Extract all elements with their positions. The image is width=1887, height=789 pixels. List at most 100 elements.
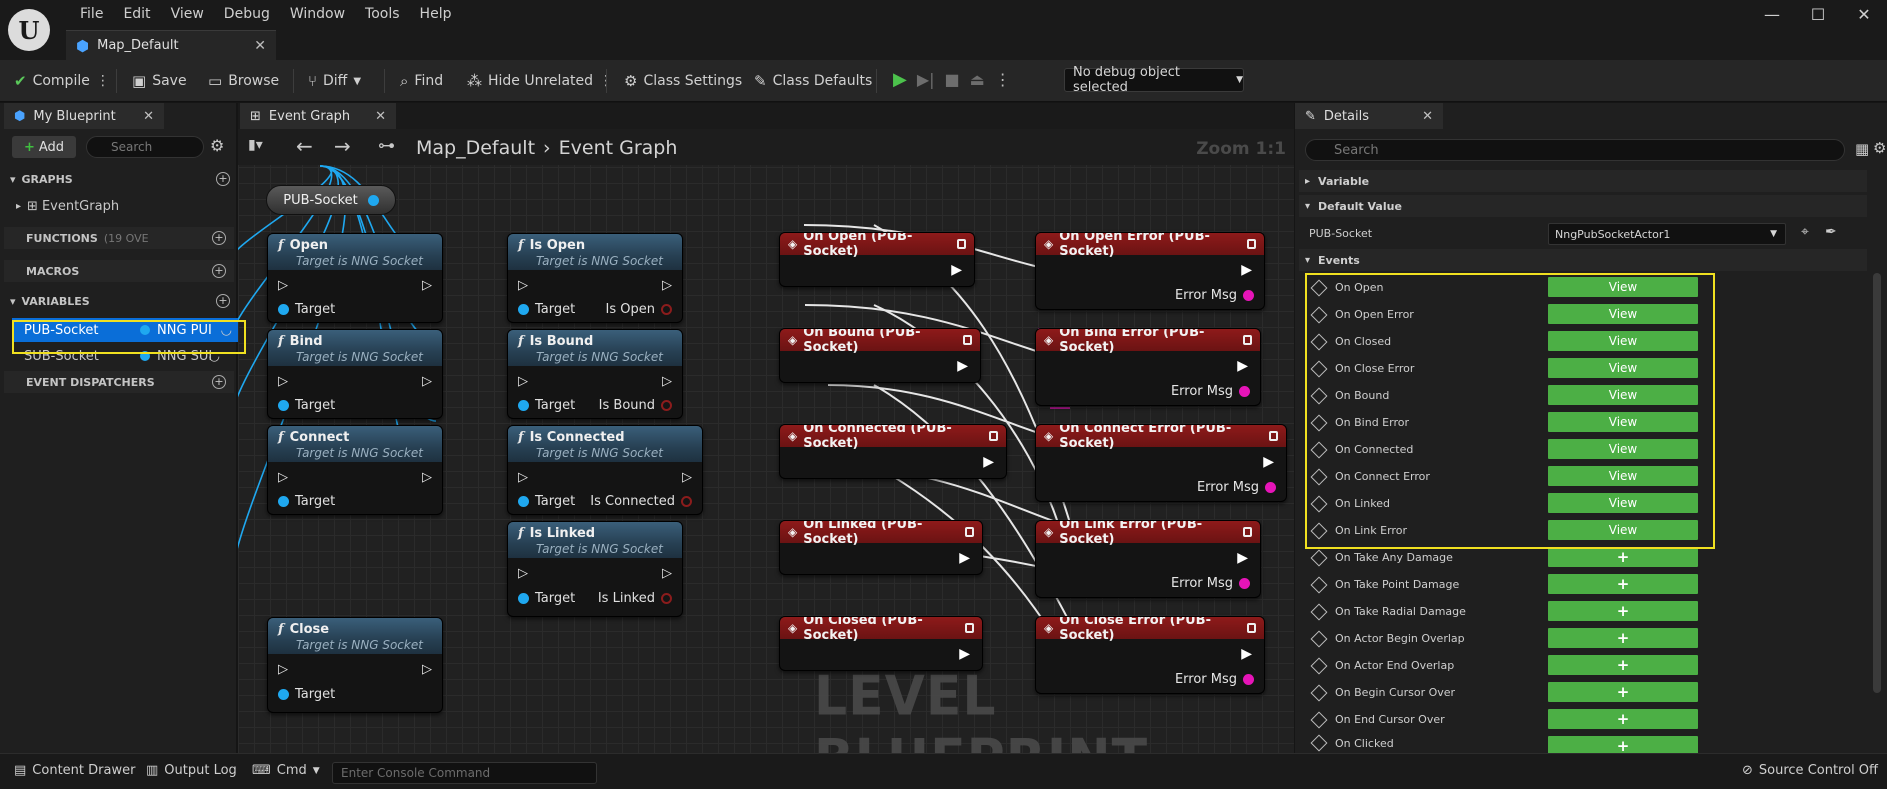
variable-section[interactable]: ▸ Variable — [1299, 170, 1867, 192]
variables-section[interactable]: ▾ VARIABLES + — [10, 290, 230, 312]
target-pin[interactable]: Target — [278, 494, 335, 509]
bool-output-pin[interactable]: Is Linked — [598, 591, 672, 606]
exec-out-pin-icon[interactable]: ▷ — [422, 374, 432, 389]
menu-help[interactable]: Help — [410, 5, 462, 23]
add-graph-icon[interactable]: + — [216, 172, 230, 186]
delegate-pin-icon[interactable] — [988, 431, 998, 441]
details-search-input[interactable] — [1305, 139, 1845, 161]
class-settings-button[interactable]: ⚙ Class Settings — [624, 69, 742, 93]
my-blueprint-search-input[interactable] — [86, 136, 204, 158]
on-connected-event-node[interactable]: ◈ On Connected (PUB-Socket) ▶ — [779, 424, 1007, 479]
close-tab-icon[interactable]: ✕ — [143, 109, 154, 124]
exec-out-pin-icon[interactable]: ▷ — [662, 566, 672, 581]
add-button[interactable]: + Add — [12, 136, 76, 158]
step-icon[interactable]: ▶| — [917, 70, 935, 89]
exec-out-pin-icon[interactable]: ▷ — [662, 374, 672, 389]
add-event-button[interactable]: + — [1548, 709, 1698, 729]
error-msg-pin[interactable]: Error Msg — [1171, 384, 1250, 399]
events-section[interactable]: ▾ Events — [1299, 249, 1867, 271]
on-connect-error-event-node[interactable]: ◈ On Connect Error (PUB-Socket) ▶ Error M… — [1035, 424, 1287, 502]
source-control-button[interactable]: ⊘ Source Control Off — [1742, 763, 1878, 778]
eject-icon[interactable]: ⏏ — [970, 70, 985, 89]
content-drawer-button[interactable]: ▤ Content Drawer — [14, 763, 135, 778]
hide-unrelated-button[interactable]: ⁂ Hide Unrelated ⋮ — [467, 69, 613, 93]
exec-out-pin-icon[interactable]: ▶ — [983, 454, 994, 470]
play-icon[interactable]: ▶ — [893, 69, 907, 90]
exec-out-pin-icon[interactable]: ▶ — [951, 262, 962, 278]
on-closed-event-node[interactable]: ◈ On Closed (PUB-Socket) ▶ — [779, 616, 983, 671]
add-function-icon[interactable]: + — [212, 231, 226, 245]
error-msg-pin[interactable]: Error Msg — [1175, 672, 1254, 687]
connect-node[interactable]: f Connect Target is NNG Socket ▷ ▷ Target — [267, 425, 443, 515]
target-pin[interactable]: Target — [278, 687, 335, 702]
details-scrollbar[interactable] — [1873, 273, 1881, 693]
compile-options-icon[interactable]: ⋮ — [96, 73, 110, 89]
output-log-button[interactable]: ▥ Output Log — [146, 763, 237, 778]
exec-in-pin-icon[interactable]: ▷ — [278, 662, 288, 677]
target-pin[interactable]: Target — [518, 302, 575, 317]
exec-out-pin-icon[interactable]: ▷ — [422, 662, 432, 677]
eyedropper-icon[interactable]: ✒ — [1825, 224, 1837, 240]
exec-out-pin-icon[interactable]: ▷ — [662, 278, 672, 293]
exec-in-pin-icon[interactable]: ▷ — [518, 278, 528, 293]
gear-icon[interactable]: ⚙ — [210, 136, 224, 155]
is-linked-node[interactable]: f Is Linked Target is NNG Socket ▷ ▷ Targ… — [507, 521, 683, 617]
on-bound-event-node[interactable]: ◈ On Bound (PUB-Socket) ▶ — [779, 328, 981, 383]
on-close-error-event-node[interactable]: ◈ On Close Error (PUB-Socket) ▶ Error Msg — [1035, 616, 1265, 694]
console-command-input[interactable] — [332, 762, 597, 784]
target-pin[interactable]: Target — [278, 398, 335, 413]
add-event-button[interactable]: + — [1548, 736, 1698, 753]
exec-out-pin-icon[interactable]: ▷ — [422, 278, 432, 293]
exec-out-pin-icon[interactable]: ▶ — [1241, 646, 1252, 662]
actor-picker-dropdown[interactable]: NngPubSocketActor1 ▼ — [1548, 223, 1786, 245]
class-defaults-button[interactable]: ✎ Class Defaults — [754, 69, 872, 93]
delegate-pin-icon[interactable] — [1268, 431, 1278, 441]
add-event-button[interactable]: + — [1548, 547, 1698, 567]
graphs-section[interactable]: ▾ GRAPHS + — [10, 168, 230, 190]
add-event-button[interactable]: + — [1548, 574, 1698, 594]
open-node[interactable]: f Open Target is NNG Socket ▷ ▷ Target — [267, 233, 443, 323]
cmd-dropdown[interactable]: ⌨ Cmd ▼ — [252, 763, 320, 778]
stop-icon[interactable]: ■ — [945, 70, 960, 89]
bool-output-pin[interactable]: Is Bound — [599, 398, 672, 413]
menu-window[interactable]: Window — [280, 5, 355, 23]
exec-out-pin-icon[interactable]: ▶ — [1263, 454, 1274, 470]
on-open-error-event-node[interactable]: ◈ On Open Error (PUB-Socket) ▶ Error Msg — [1035, 232, 1265, 310]
target-pin[interactable]: Target — [278, 302, 335, 317]
find-button[interactable]: ⌕ Find — [400, 69, 443, 93]
play-options-icon[interactable]: ⋮ — [995, 70, 1011, 89]
close-window-icon[interactable]: ✕ — [1841, 5, 1887, 24]
delegate-pin-icon[interactable] — [1242, 527, 1252, 537]
is-connected-node[interactable]: f Is Connected Target is NNG Socket ▷ ▷ T… — [507, 425, 703, 515]
browse-button[interactable]: ▭ Browse — [208, 69, 279, 93]
event-dispatchers-section[interactable]: EVENT DISPATCHERS + — [4, 371, 234, 393]
minimize-icon[interactable]: — — [1749, 5, 1795, 24]
exec-in-pin-icon[interactable]: ▷ — [278, 374, 288, 389]
target-pin[interactable]: Target — [518, 398, 575, 413]
error-msg-pin[interactable]: Error Msg — [1197, 480, 1276, 495]
is-bound-node[interactable]: f Is Bound Target is NNG Socket ▷ ▷ Targe… — [507, 329, 683, 419]
maximize-icon[interactable]: ☐ — [1795, 5, 1841, 24]
add-event-button[interactable]: + — [1548, 655, 1698, 675]
delegate-pin-icon[interactable] — [956, 239, 966, 249]
bool-output-pin[interactable]: Is Connected — [590, 494, 692, 509]
browse-actor-icon[interactable]: ⌖ — [1801, 224, 1809, 240]
delegate-pin-icon[interactable] — [1246, 239, 1256, 249]
exec-in-pin-icon[interactable]: ▷ — [278, 278, 288, 293]
exec-in-pin-icon[interactable]: ▷ — [518, 374, 528, 389]
delegate-pin-icon[interactable] — [1242, 335, 1252, 345]
close-tab-icon[interactable]: ✕ — [254, 38, 266, 54]
my-blueprint-tab[interactable]: ⬢ My Blueprint ✕ — [4, 103, 164, 129]
gear-icon[interactable]: ⚙ — [1873, 139, 1886, 157]
is-open-node[interactable]: f Is Open Target is NNG Socket ▷ ▷ Target… — [507, 233, 683, 323]
add-event-button[interactable]: + — [1548, 628, 1698, 648]
add-macro-icon[interactable]: + — [212, 264, 226, 278]
delegate-pin-icon[interactable] — [962, 335, 972, 345]
default-value-section[interactable]: ▾ Default Value — [1299, 195, 1867, 217]
compile-button[interactable]: ✔ Compile ⋮ — [14, 69, 110, 93]
delegate-pin-icon[interactable] — [964, 623, 974, 633]
grid-view-icon[interactable]: ▦ — [1855, 140, 1869, 158]
menu-tools[interactable]: Tools — [355, 5, 410, 23]
diff-button[interactable]: ⑂ Diff ▼ — [308, 69, 361, 93]
bool-output-pin[interactable]: Is Open — [606, 302, 672, 317]
